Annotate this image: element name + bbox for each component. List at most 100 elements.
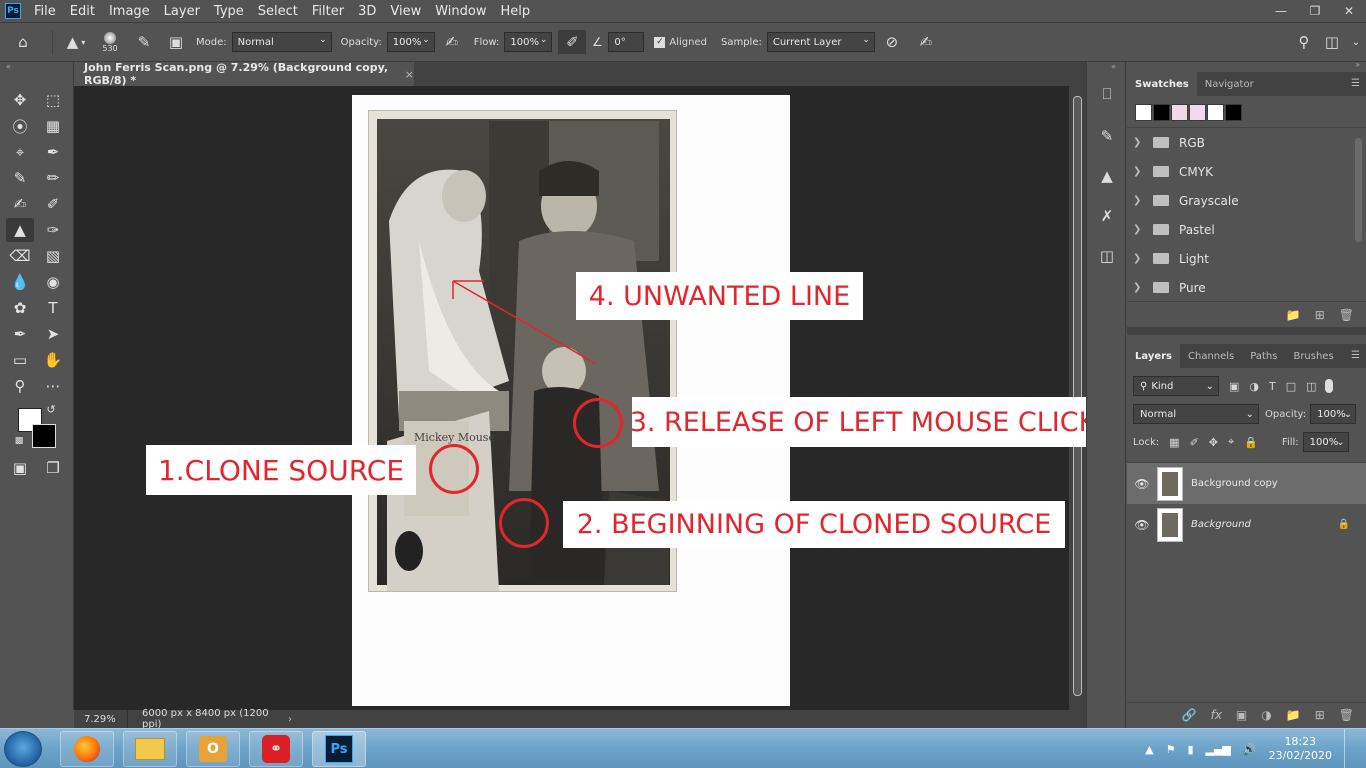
file-explorer-icon[interactable] <box>123 731 177 767</box>
swatch[interactable] <box>1153 104 1170 121</box>
zoom-level[interactable]: 7.29% <box>74 710 128 728</box>
search-icon: ⚲ <box>1140 380 1148 392</box>
annotation-beginning-cloned: 2. BEGINNING OF CLONED SOURCE <box>563 501 1065 548</box>
creative-cloud-icon[interactable]: ⚭ <box>249 731 303 767</box>
windows-taskbar: O ⚭ Ps ▲ ⚑ ▮ ▂▄▆ 🔊 18:23 23/02/2020 <box>0 728 1366 768</box>
swatch-group-label: CMYK <box>1179 164 1213 179</box>
brush-settings-icon[interactable]: ✎ <box>1095 124 1119 148</box>
layer-row-background[interactable]: 👁 Background 🔒 <box>1127 504 1366 545</box>
new-layer-icon[interactable]: ⊞ <box>1315 708 1325 723</box>
swatch-group-rgb[interactable]: ❯ RGB <box>1127 128 1366 157</box>
fx-icon[interactable]: fx <box>1211 708 1222 723</box>
right-panel: » Swatches Navigator ☰ ❯ RGB ❯ CMYK ❯ Grays… <box>1127 60 1366 728</box>
tab-channels[interactable]: Channels <box>1180 344 1242 368</box>
volume-icon[interactable]: 🔊 <box>1243 743 1257 756</box>
chevron-right-icon[interactable]: › <box>288 714 292 725</box>
fill-input[interactable]: 100% ⌄ <box>1302 432 1349 452</box>
battery-icon[interactable]: ▮ <box>1187 743 1193 756</box>
unwanted-line <box>452 280 597 365</box>
chevron-down-icon: ⌄ <box>1245 408 1254 420</box>
adjustment-layer-icon[interactable]: ◑ <box>1261 708 1271 723</box>
collapsed-panels-strip: « ⎕ ✎ ▲ ✗ ◫ <box>1086 62 1126 728</box>
tab-swatches[interactable]: Swatches <box>1127 72 1197 96</box>
swatch-group-label: Pastel <box>1179 222 1215 237</box>
start-button[interactable] <box>4 731 42 767</box>
fill-label: Fill: <box>1281 436 1299 448</box>
new-group-icon[interactable]: 📁 <box>1286 708 1301 723</box>
new-group-icon[interactable]: 📁 <box>1286 308 1301 322</box>
swatch-group-pastel[interactable]: ❯ Pastel <box>1127 215 1366 244</box>
swatch-group-pure[interactable]: ❯ Pure <box>1127 273 1366 302</box>
clone-beginning-ring <box>499 498 549 548</box>
swatch[interactable] <box>1225 104 1242 121</box>
lock-row: Lock: ▦ ✐ ✥ ⌖ 🔒 Fill: 100% ⌄ <box>1133 428 1360 456</box>
lock-pixels-icon[interactable]: ✐ <box>1190 436 1199 449</box>
filter-toggle[interactable] <box>1324 379 1333 393</box>
clone-source-panel-icon[interactable]: ▲ <box>1095 164 1119 188</box>
collapse-icon[interactable]: » <box>1355 60 1360 69</box>
fill-value: 100% <box>1309 436 1339 448</box>
clock[interactable]: 18:23 23/02/2020 <box>1269 735 1332 763</box>
trash-icon[interactable]: 🗑 <box>1339 308 1354 322</box>
trash-icon[interactable]: 🗑 <box>1339 708 1354 723</box>
add-mask-icon[interactable]: ▣ <box>1236 708 1247 723</box>
outlook-icon[interactable]: O <box>186 731 240 767</box>
clone-source-ring <box>429 444 479 494</box>
tool-presets-icon[interactable]: ✗ <box>1095 204 1119 228</box>
swatch[interactable] <box>1171 104 1188 121</box>
eye-icon[interactable]: 👁 <box>1127 477 1157 491</box>
type-filter-icon[interactable]: T <box>1269 380 1276 393</box>
layer-thumbnail-image <box>1162 512 1178 537</box>
chevron-right-icon: ❯ <box>1133 137 1142 148</box>
swatch-group-light[interactable]: ❯ Light <box>1127 244 1366 273</box>
layer-opacity-input[interactable]: 100% ⌄ <box>1310 404 1357 424</box>
link-layers-icon[interactable]: 🔗 <box>1182 708 1197 723</box>
chevron-right-icon: ❯ <box>1133 282 1142 293</box>
clock-date: 23/02/2020 <box>1268 749 1332 762</box>
smart-object-filter-icon[interactable]: ◫ <box>1306 380 1316 393</box>
layer-opacity-value: 100% <box>1317 408 1346 420</box>
status-bar: 7.29% 6000 px x 8400 px (1200 ppi) › <box>74 708 1086 730</box>
blend-mode-select[interactable]: Normal ⌄ <box>1133 404 1259 424</box>
tab-brushes[interactable]: Brushes <box>1285 344 1341 368</box>
scrollbar-thumb[interactable] <box>1355 138 1362 242</box>
adjustment-filter-icon[interactable]: ◑ <box>1249 380 1259 393</box>
panel-menu-icon[interactable]: ☰ <box>1351 350 1360 361</box>
flag-icon[interactable]: ⚑ <box>1166 743 1176 756</box>
swatch-group-cmyk[interactable]: ❯ CMYK <box>1127 157 1366 186</box>
libraries-icon[interactable]: ◫ <box>1095 244 1119 268</box>
firefox-icon[interactable] <box>60 731 114 767</box>
lock-all-icon[interactable]: 🔒 <box>1244 436 1258 449</box>
swatch[interactable] <box>1189 104 1206 121</box>
pixel-filter-icon[interactable]: ▣ <box>1229 380 1239 393</box>
photoshop-window: Ps File Edit Image Layer Type Select Fil… <box>0 0 1366 768</box>
lock-position-icon[interactable]: ✥ <box>1209 436 1218 449</box>
tab-layers[interactable]: Layers <box>1127 344 1180 368</box>
swatch-group-grayscale[interactable]: ❯ Grayscale <box>1127 186 1366 215</box>
chevron-right-icon: ❯ <box>1133 195 1142 206</box>
shape-filter-icon[interactable]: □ <box>1286 380 1296 393</box>
blend-row: Normal ⌄ Opacity: 100% ⌄ <box>1133 400 1360 428</box>
show-hidden-icons-icon[interactable]: ▲ <box>1145 743 1153 756</box>
photoshop-taskbar-icon[interactable]: Ps <box>312 731 366 767</box>
tab-paths[interactable]: Paths <box>1242 344 1285 368</box>
signal-icon[interactable]: ▂▄▆ <box>1206 743 1231 756</box>
eye-icon[interactable]: 👁 <box>1127 518 1157 532</box>
layer-row-background-copy[interactable]: 👁 Background copy <box>1127 463 1366 504</box>
swatches-tabs: Swatches Navigator ☰ <box>1127 72 1366 96</box>
firefox-logo <box>74 736 100 762</box>
collapse-icon[interactable]: « <box>1111 62 1116 71</box>
new-swatch-icon[interactable]: ⊞ <box>1315 308 1325 322</box>
swatch[interactable] <box>1207 104 1224 121</box>
layer-thumbnail <box>1157 507 1183 542</box>
history-icon[interactable]: ⎕ <box>1095 82 1119 106</box>
folder-icon <box>1153 166 1169 177</box>
lock-transparent-icon[interactable]: ▦ <box>1169 436 1179 449</box>
lock-artboard-icon[interactable]: ⌖ <box>1228 435 1234 449</box>
kind-filter-select[interactable]: ⚲ Kind ⌄ <box>1133 376 1219 396</box>
show-desktop-button[interactable] <box>1344 729 1356 768</box>
chevron-right-icon: ❯ <box>1133 224 1142 235</box>
panel-menu-icon[interactable]: ☰ <box>1351 78 1360 89</box>
tab-navigator[interactable]: Navigator <box>1197 72 1262 96</box>
swatch[interactable] <box>1135 104 1152 121</box>
